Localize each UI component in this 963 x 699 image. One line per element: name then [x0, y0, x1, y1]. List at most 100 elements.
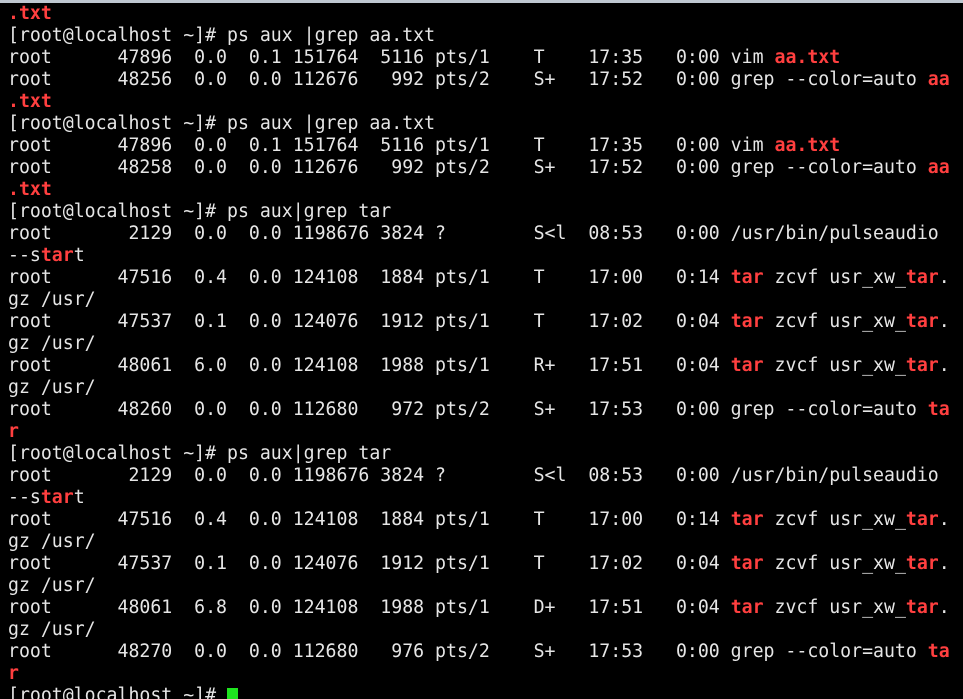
terminal-text: zcvf usr_xw_ — [763, 509, 906, 530]
terminal-text: zvcf usr_xw_ — [763, 355, 906, 376]
grep-match-highlight: .txt — [8, 179, 52, 200]
terminal-text: [root@localhost ~]# ps aux|grep tar — [8, 201, 392, 222]
grep-match-highlight: tar — [40, 487, 74, 508]
terminal-text: zvcf usr_xw_ — [763, 597, 906, 618]
terminal-text: --s — [8, 487, 41, 508]
terminal-text: gz /usr/ — [8, 333, 96, 354]
terminal-text: root 48256 0.0 0.0 112676 992 pts/2 S+ 1… — [8, 69, 928, 90]
terminal-text: root 47537 0.1 0.0 124076 1912 pts/1 T 1… — [8, 553, 731, 574]
terminal-line: root 48061 6.0 0.0 124108 1988 pts/1 R+ … — [8, 355, 963, 377]
terminal-text: t — [73, 245, 85, 266]
terminal-line: r — [8, 421, 963, 443]
terminal-text: root 2129 0.0 0.0 1198676 3824 ? S<l 08:… — [8, 465, 939, 486]
terminal-line: [root@localhost ~]# ps aux|grep tar — [8, 443, 963, 465]
grep-match-highlight: tar — [905, 597, 939, 618]
terminal-text: . — [938, 311, 950, 332]
grep-match-highlight: tar — [730, 355, 764, 376]
grep-match-highlight: ta — [927, 641, 950, 662]
grep-match-highlight: tar — [905, 509, 939, 530]
terminal-line: root 47516 0.4 0.0 124108 1884 pts/1 T 1… — [8, 267, 963, 289]
terminal-text: root 47516 0.4 0.0 124108 1884 pts/1 T 1… — [8, 267, 731, 288]
terminal-text: root 48270 0.0 0.0 112680 976 pts/2 S+ 1… — [8, 641, 928, 662]
terminal-line: root 47537 0.1 0.0 124076 1912 pts/1 T 1… — [8, 553, 963, 575]
grep-match-highlight: tar — [905, 355, 939, 376]
terminal-line: root 47896 0.0 0.1 151764 5116 pts/1 T 1… — [8, 135, 963, 157]
terminal-line: [root@localhost ~]# — [8, 685, 963, 699]
terminal-line: gz /usr/ — [8, 289, 963, 311]
text-cursor — [227, 688, 238, 699]
terminal-text: [root@localhost ~]# ps aux|grep tar — [8, 443, 392, 464]
terminal-text: root 48061 6.8 0.0 124108 1988 pts/1 D+ … — [8, 597, 731, 618]
grep-match-highlight: aa — [927, 69, 950, 90]
grep-match-highlight: aa.txt — [774, 47, 841, 68]
terminal-line: [root@localhost ~]# ps aux|grep tar — [8, 201, 963, 223]
terminal-text: root 48260 0.0 0.0 112680 972 pts/2 S+ 1… — [8, 399, 928, 420]
terminal-output[interactable]: .txt [root@localhost ~]# ps aux |grep aa.… — [0, 3, 963, 699]
terminal-line: .txt — [8, 3, 963, 25]
terminal-line: root 2129 0.0 0.0 1198676 3824 ? S<l 08:… — [8, 223, 963, 245]
terminal-text: zcvf usr_xw_ — [763, 267, 906, 288]
terminal-line: .txt — [8, 91, 963, 113]
terminal-line: gz /usr/ — [8, 333, 963, 355]
grep-match-highlight: tar — [40, 245, 74, 266]
terminal-text: root 2129 0.0 0.0 1198676 3824 ? S<l 08:… — [8, 223, 939, 244]
terminal-line: root 47537 0.1 0.0 124076 1912 pts/1 T 1… — [8, 311, 963, 333]
terminal-line: root 48061 6.8 0.0 124108 1988 pts/1 D+ … — [8, 597, 963, 619]
grep-match-highlight: aa.txt — [774, 135, 841, 156]
terminal-text: zcvf usr_xw_ — [763, 553, 906, 574]
terminal-text: . — [938, 267, 950, 288]
terminal-line: gz /usr/ — [8, 575, 963, 597]
terminal-line: --start — [8, 487, 963, 509]
grep-match-highlight: r — [8, 663, 19, 684]
terminal-line: gz /usr/ — [8, 619, 963, 641]
terminal-line: [root@localhost ~]# ps aux |grep aa.txt — [8, 25, 963, 47]
terminal-line: r — [8, 663, 963, 685]
grep-match-highlight: tar — [905, 267, 939, 288]
grep-match-highlight: .txt — [8, 91, 52, 112]
terminal-line: --start — [8, 245, 963, 267]
terminal-line: root 2129 0.0 0.0 1198676 3824 ? S<l 08:… — [8, 465, 963, 487]
terminal-text: root 47516 0.4 0.0 124108 1884 pts/1 T 1… — [8, 509, 731, 530]
terminal-text: --s — [8, 245, 41, 266]
grep-match-highlight: tar — [905, 311, 939, 332]
terminal-text: gz /usr/ — [8, 289, 96, 310]
terminal-text: t — [73, 487, 85, 508]
grep-match-highlight: tar — [905, 553, 939, 574]
terminal-line: root 48256 0.0 0.0 112676 992 pts/2 S+ 1… — [8, 69, 963, 91]
terminal-line: root 48258 0.0 0.0 112676 992 pts/2 S+ 1… — [8, 157, 963, 179]
terminal-text: . — [938, 553, 950, 574]
terminal-line: .txt — [8, 179, 963, 201]
terminal-text: root 47896 0.0 0.1 151764 5116 pts/1 T 1… — [8, 47, 775, 68]
terminal-line: root 48270 0.0 0.0 112680 976 pts/2 S+ 1… — [8, 641, 963, 663]
terminal-line: gz /usr/ — [8, 531, 963, 553]
terminal-text: root 48061 6.0 0.0 124108 1988 pts/1 R+ … — [8, 355, 731, 376]
terminal-text: root 47537 0.1 0.0 124076 1912 pts/1 T 1… — [8, 311, 731, 332]
terminal-text: gz /usr/ — [8, 377, 96, 398]
terminal-text: . — [938, 355, 950, 376]
terminal-text: gz /usr/ — [8, 575, 96, 596]
terminal-text: . — [938, 597, 950, 618]
terminal-text: zcvf usr_xw_ — [763, 311, 906, 332]
terminal-text: [root@localhost ~]# ps aux |grep aa.txt — [8, 25, 436, 46]
grep-match-highlight: tar — [730, 509, 764, 530]
grep-match-highlight: tar — [730, 597, 764, 618]
terminal-text: gz /usr/ — [8, 619, 96, 640]
terminal-line: [root@localhost ~]# ps aux |grep aa.txt — [8, 113, 963, 135]
grep-match-highlight: tar — [730, 311, 764, 332]
terminal-text: [root@localhost ~]# — [8, 685, 227, 699]
grep-match-highlight: r — [8, 421, 19, 442]
terminal-line: gz /usr/ — [8, 377, 963, 399]
terminal-line: root 47516 0.4 0.0 124108 1884 pts/1 T 1… — [8, 509, 963, 531]
terminal-text: root 48258 0.0 0.0 112676 992 pts/2 S+ 1… — [8, 157, 928, 178]
terminal-text: [root@localhost ~]# ps aux |grep aa.txt — [8, 113, 436, 134]
grep-match-highlight: aa — [927, 157, 950, 178]
terminal-line: root 48260 0.0 0.0 112680 972 pts/2 S+ 1… — [8, 399, 963, 421]
grep-match-highlight: .txt — [8, 3, 52, 24]
grep-match-highlight: tar — [730, 553, 764, 574]
grep-match-highlight: tar — [730, 267, 764, 288]
terminal-text: gz /usr/ — [8, 531, 96, 552]
terminal-text: root 47896 0.0 0.1 151764 5116 pts/1 T 1… — [8, 135, 775, 156]
grep-match-highlight: ta — [927, 399, 950, 420]
terminal-text: . — [938, 509, 950, 530]
terminal-line: root 47896 0.0 0.1 151764 5116 pts/1 T 1… — [8, 47, 963, 69]
